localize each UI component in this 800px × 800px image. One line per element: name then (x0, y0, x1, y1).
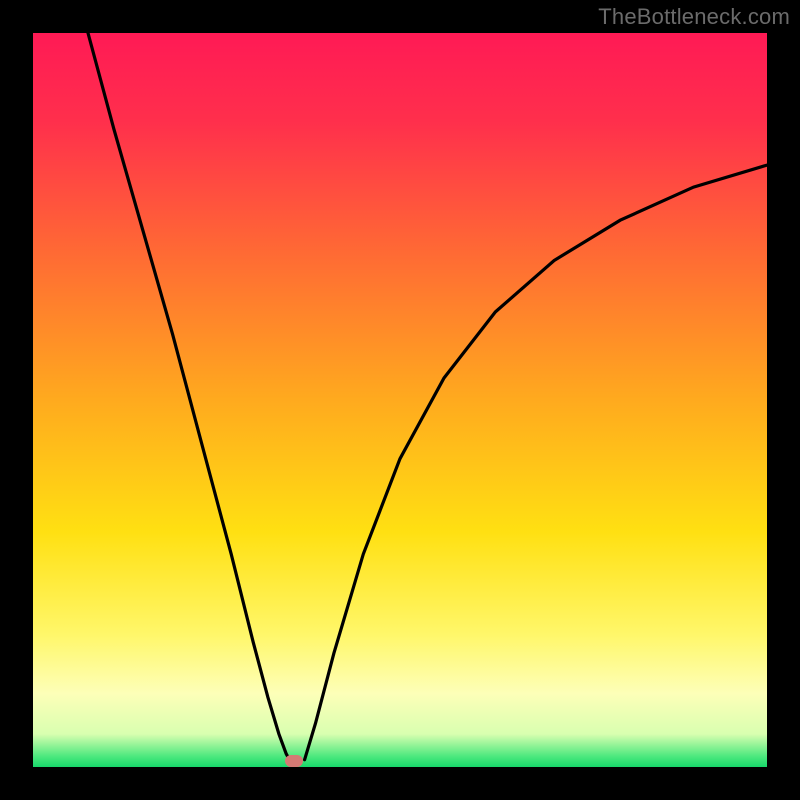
optimal-marker (285, 755, 303, 767)
bottleneck-curve (33, 33, 767, 767)
curve-right-branch (305, 165, 767, 760)
curve-left-branch (88, 33, 294, 767)
watermark-text: TheBottleneck.com (598, 4, 790, 30)
outer-frame: TheBottleneck.com (0, 0, 800, 800)
